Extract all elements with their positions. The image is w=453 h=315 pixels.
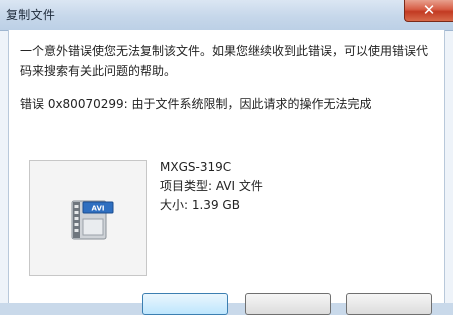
dialog-button-1[interactable] [142,293,228,315]
dialog-button-3[interactable] [346,293,432,315]
avi-badge-label: AVI [92,205,105,213]
error-message: 一个意外错误使您无法复制该文件。如果您继续收到此错误，可以使用错误代码来搜索有关… [20,44,429,78]
file-thumbnail: AVI [29,160,147,276]
avi-video-file-icon: AVI [71,200,114,240]
error-code-line: 错误 0x80070299: 由于文件系统限制，因此请求的操作无法完成 [20,97,372,111]
window-title: 复制文件 [6,8,56,22]
file-info: MXGS-319C 项目类型: AVI 文件 大小: 1.39 GB [160,158,263,215]
close-icon: ✕ [422,1,436,19]
close-button[interactable]: ✕ [404,0,453,22]
file-size: 大小: 1.39 GB [160,198,240,212]
title-bar[interactable]: 复制文件 ✕ [0,0,453,31]
file-type: 项目类型: AVI 文件 [160,179,263,193]
dialog-button-2[interactable] [245,293,331,315]
copy-file-dialog: 复制文件 ✕ 一个意外错误使您无法复制该文件。如果您继续收到此错误，可以使用错误… [0,0,453,315]
file-name: MXGS-319C [160,160,232,174]
